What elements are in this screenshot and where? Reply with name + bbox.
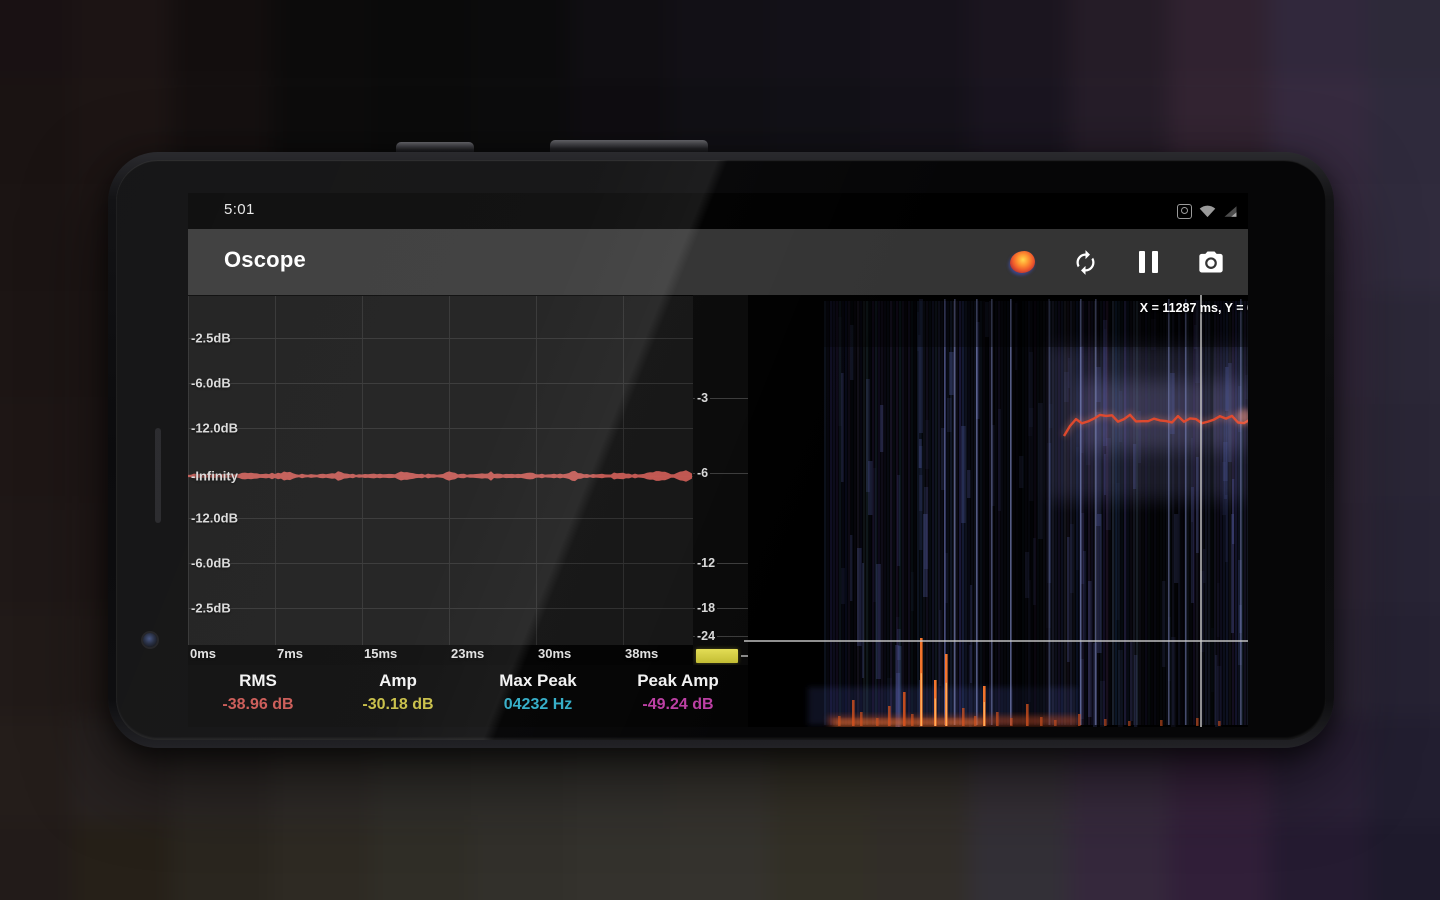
stat-rms-label: RMS — [239, 671, 277, 690]
status-icons — [1177, 193, 1238, 229]
app-title: Oscope — [224, 247, 306, 272]
status-bar: 5:01 — [188, 193, 1248, 229]
waveform-y-label: -12.0dB — [191, 420, 238, 436]
waveform-x-label: 15ms — [364, 646, 398, 661]
phone-screen: 5:01 Oscope -2.5dB -6.0dB -12.0dB -Infin… — [188, 193, 1248, 727]
stat-peakamp-value: -49.24 dB — [642, 696, 714, 713]
stat-maxpeak-label: Max Peak — [499, 671, 577, 690]
level-meter-tick-label: -12 — [695, 556, 718, 570]
spectrogram-image — [748, 295, 1248, 727]
waveform-x-label: 23ms — [451, 646, 485, 661]
screenshot-stage: 5:01 Oscope -2.5dB -6.0dB -12.0dB -Infin… — [0, 0, 1440, 900]
waveform-y-label: -6.0dB — [191, 375, 231, 391]
level-meter: -3 -6 -12 -18 -24 — [693, 295, 750, 665]
stat-rms: RMS -38.96 dB — [188, 665, 328, 727]
speaker-grille — [155, 428, 161, 523]
level-meter-bar — [696, 649, 738, 663]
waveform-y-label: -12.0dB — [191, 510, 238, 526]
colormap-blob-button[interactable] — [1007, 247, 1037, 277]
stat-maxpeak-value: 04232 Hz — [503, 696, 573, 713]
pause-button[interactable] — [1133, 247, 1163, 277]
sync-button[interactable] — [1070, 247, 1100, 277]
waveform-y-label: -6.0dB — [191, 555, 231, 571]
heatmap-blob-icon — [1009, 251, 1035, 273]
clock: 5:01 — [224, 201, 255, 218]
app-bar-actions — [1007, 229, 1226, 295]
level-meter-tick-label: -6 — [695, 466, 711, 480]
level-meter-tick-label: -3 — [695, 391, 711, 405]
spectrogram-panel[interactable]: X = 11287 ms, Y = 6 — [744, 295, 1248, 727]
sync-icon — [1076, 249, 1094, 275]
phone-frame: 5:01 Oscope -2.5dB -6.0dB -12.0dB -Infin… — [108, 152, 1334, 748]
stat-peakamp: Peak Amp -49.24 dB — [608, 665, 748, 727]
stat-amp-value: -30.18 dB — [362, 696, 434, 713]
waveform-x-label: 38ms — [625, 646, 659, 661]
screenshot-icon — [1177, 203, 1192, 219]
app-bar: Oscope — [188, 229, 1248, 295]
stat-maxpeak: Max Peak 04232 Hz — [468, 665, 608, 727]
waveform-x-label: 30ms — [538, 646, 572, 661]
stat-rms-value: -38.96 dB — [222, 696, 294, 713]
stat-amp-label: Amp — [379, 671, 417, 690]
waveform-y-label: -2.5dB — [191, 600, 231, 616]
wifi-icon — [1199, 205, 1216, 217]
waveform-y-label: -Infinity — [191, 468, 238, 484]
crosshair-vertical — [1200, 295, 1202, 727]
stats-bar: RMS -38.96 dB Amp -30.18 dB Max Peak 042… — [188, 665, 748, 727]
front-camera — [143, 633, 157, 647]
level-meter-tick-label: -18 — [695, 601, 718, 615]
waveform-x-label: 0ms — [190, 646, 217, 661]
waveform-panel[interactable]: -2.5dB -6.0dB -12.0dB -Infinity -12.0dB -6.0d… — [188, 296, 693, 645]
level-meter-tick-label: -24 — [695, 629, 718, 643]
phone-bezel: 5:01 Oscope -2.5dB -6.0dB -12.0dB -Infin… — [116, 160, 1326, 740]
cursor-readout: X = 11287 ms, Y = 6 — [1139, 301, 1248, 315]
stat-amp: Amp -30.18 dB — [328, 665, 468, 727]
camera-button[interactable] — [1196, 247, 1226, 277]
pause-icon — [1138, 251, 1158, 273]
camera-icon — [1199, 251, 1223, 273]
signal-icon — [1224, 205, 1237, 217]
waveform-x-axis: 0ms 7ms 15ms 23ms 30ms 38ms — [188, 645, 693, 665]
waveform-trace — [188, 470, 692, 482]
waveform-y-label: -2.5dB — [191, 330, 231, 346]
crosshair-horizontal — [744, 640, 1248, 642]
waveform-x-label: 7ms — [277, 646, 304, 661]
stat-peakamp-label: Peak Amp — [637, 671, 719, 690]
